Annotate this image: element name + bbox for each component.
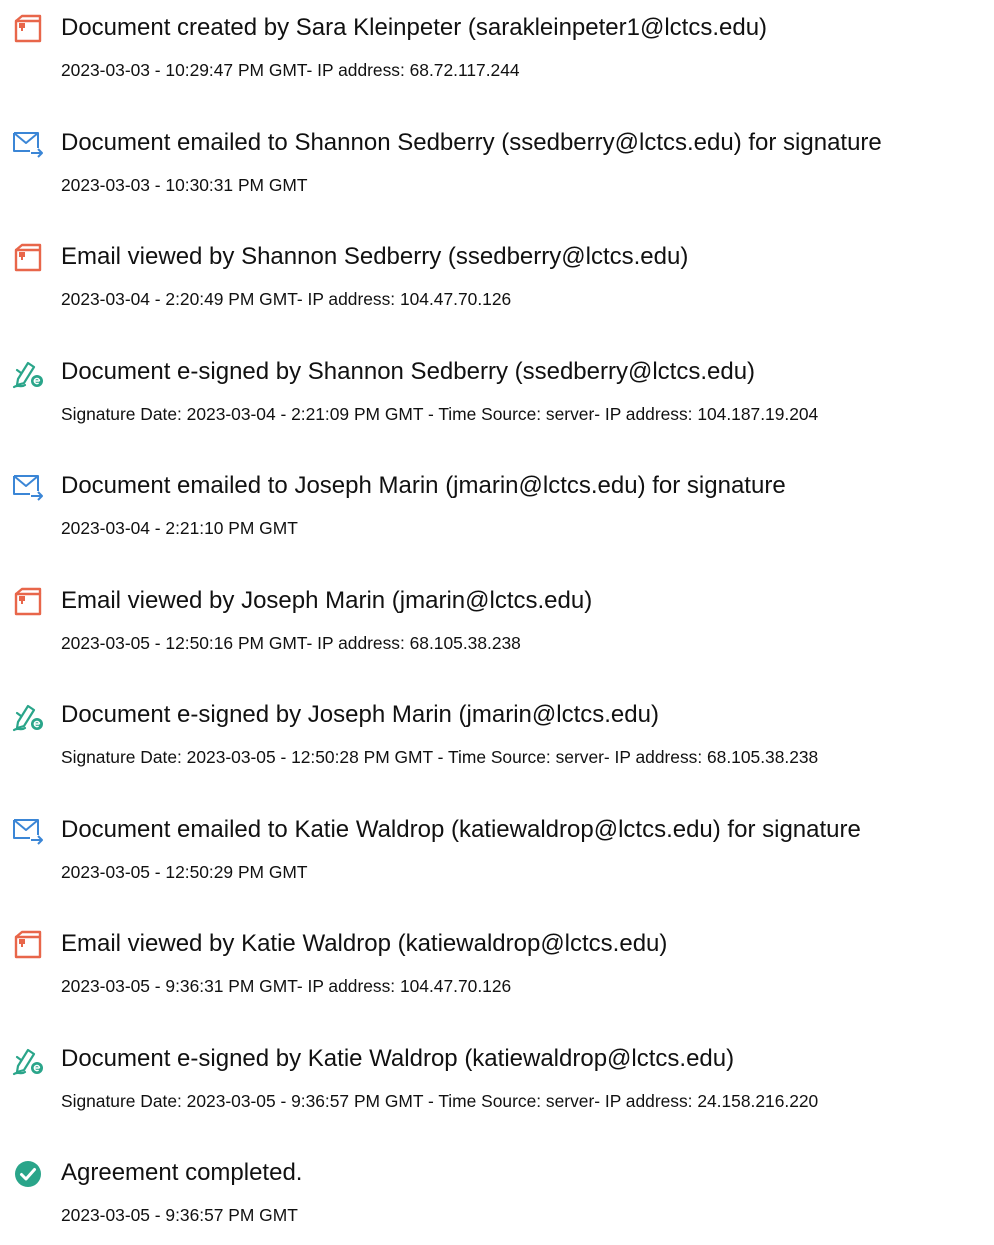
event-detail: 2023-03-05 - 9:36:31 PM GMT- IP address:… (61, 976, 512, 996)
event-title: Document emailed to Shannon Sedberry (ss… (61, 128, 882, 156)
audit-event: Document e-signed by Joseph Marin (jmari… (0, 687, 994, 787)
event-title: Document created by Sara Kleinpeter (sar… (61, 14, 768, 41)
audit-event: Document emailed to Joseph Marin (jmarin… (0, 458, 994, 558)
event-detail: 2023-03-05 - 9:36:57 PM GMT (61, 1205, 298, 1225)
event-detail: 2023-03-03 - 10:29:47 PM GMT- IP address… (61, 60, 520, 80)
email-viewed-icon (12, 586, 44, 618)
event-title: Document emailed to Joseph Marin (jmarin… (61, 472, 786, 499)
event-title: Document emailed to Katie Waldrop (katie… (61, 815, 861, 843)
audit-event: Document e-signed by Katie Waldrop (kati… (0, 1031, 994, 1131)
audit-event: Email viewed by Shannon Sedberry (ssedbe… (0, 229, 994, 329)
event-title: Email viewed by Katie Waldrop (katiewald… (61, 930, 668, 957)
event-detail: 2023-03-03 - 10:30:31 PM GMT (61, 174, 308, 195)
email-viewed-icon (12, 242, 44, 274)
email-viewed-icon (12, 929, 44, 961)
event-title: Document e-signed by Shannon Sedberry (s… (61, 357, 756, 385)
email-sent-icon (12, 471, 44, 503)
event-title: Agreement completed. (61, 1159, 303, 1186)
audit-event: Document e-signed by Shannon Sedberry (s… (0, 344, 994, 444)
audit-event: Email viewed by Joseph Marin (jmarin@lct… (0, 573, 994, 673)
event-title: Document e-signed by Joseph Marin (jmari… (61, 701, 659, 728)
audit-event: Document created by Sara Kleinpeter (sar… (0, 0, 994, 100)
audit-event: Document emailed to Shannon Sedberry (ss… (0, 115, 994, 215)
event-detail: 2023-03-05 - 12:50:16 PM GMT- IP address… (61, 632, 521, 653)
event-detail: Signature Date: 2023-03-04 - 2:21:09 PM … (61, 403, 819, 424)
e-sign-pen-icon (12, 1044, 44, 1076)
agreement-completed-check-icon (12, 1158, 44, 1190)
audit-event: Agreement completed. 2023-03-05 - 9:36:5… (0, 1145, 994, 1245)
document-created-icon (12, 13, 44, 45)
event-detail: Signature Date: 2023-03-05 - 9:36:57 PM … (61, 1090, 819, 1111)
email-sent-icon (12, 815, 44, 847)
email-sent-icon (12, 128, 44, 160)
event-detail: Signature Date: 2023-03-05 - 12:50:28 PM… (61, 747, 819, 767)
event-title: Email viewed by Shannon Sedberry (ssedbe… (61, 243, 689, 270)
event-detail: 2023-03-04 - 2:20:49 PM GMT- IP address:… (61, 289, 512, 309)
event-detail: 2023-03-04 - 2:21:10 PM GMT (61, 518, 298, 538)
event-title: Document e-signed by Katie Waldrop (kati… (61, 1044, 735, 1072)
audit-event: Document emailed to Katie Waldrop (katie… (0, 802, 994, 902)
event-title: Email viewed by Joseph Marin (jmarin@lct… (61, 586, 593, 614)
event-detail: 2023-03-05 - 12:50:29 PM GMT (61, 861, 308, 882)
audit-event: Email viewed by Katie Waldrop (katiewald… (0, 916, 994, 1016)
e-sign-pen-icon (12, 700, 44, 732)
e-sign-pen-icon (12, 357, 44, 389)
